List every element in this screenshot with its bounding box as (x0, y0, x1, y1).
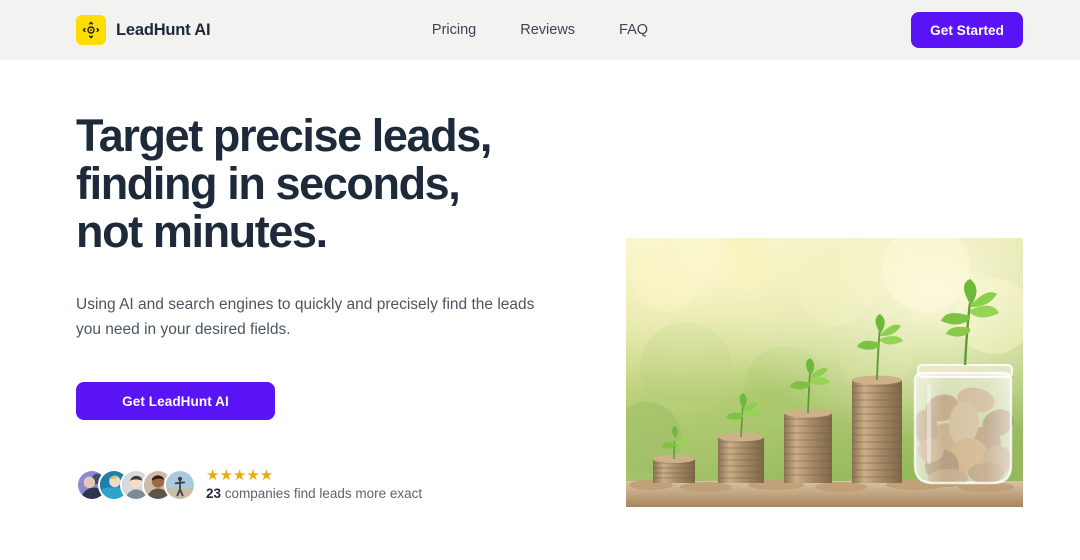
page-title: Target precise leads, finding in seconds… (76, 110, 492, 257)
nav-link-reviews[interactable]: Reviews (520, 22, 575, 38)
hero-photo-coins-growth (626, 238, 1023, 507)
hero-copy: Target precise leads, finding in seconds… (76, 112, 596, 501)
rating-stars: ★★★★★ (206, 467, 274, 484)
hero-subtitle: Using AI and search engines to quickly a… (76, 296, 535, 338)
nav-link-pricing[interactable]: Pricing (432, 22, 476, 38)
get-started-button[interactable]: Get Started (911, 12, 1023, 48)
nav-link-faq[interactable]: FAQ (619, 22, 648, 38)
proof-caption: 23 companies find leads more exact (206, 486, 422, 501)
focus-target-icon (76, 15, 106, 45)
company-count: 23 (206, 486, 222, 501)
brand-name: LeadHunt AI (116, 20, 211, 39)
avatar-group (76, 468, 196, 501)
avatar (164, 468, 196, 501)
brand-logo[interactable]: LeadHunt AI (76, 15, 211, 45)
hero-section: Target precise leads, finding in seconds… (0, 60, 1080, 560)
social-proof-text: ★★★★★ 23 companies find leads more exact (206, 468, 422, 501)
get-leadhunt-ai-button[interactable]: Get LeadHunt AI (76, 382, 275, 420)
site-header: LeadHunt AI Pricing Reviews FAQ Get Star… (0, 0, 1080, 60)
proof-caption-text: companies find leads more exact (221, 486, 423, 501)
social-proof: ★★★★★ 23 companies find leads more exact (76, 468, 596, 501)
main-nav: Pricing Reviews FAQ (432, 22, 648, 38)
